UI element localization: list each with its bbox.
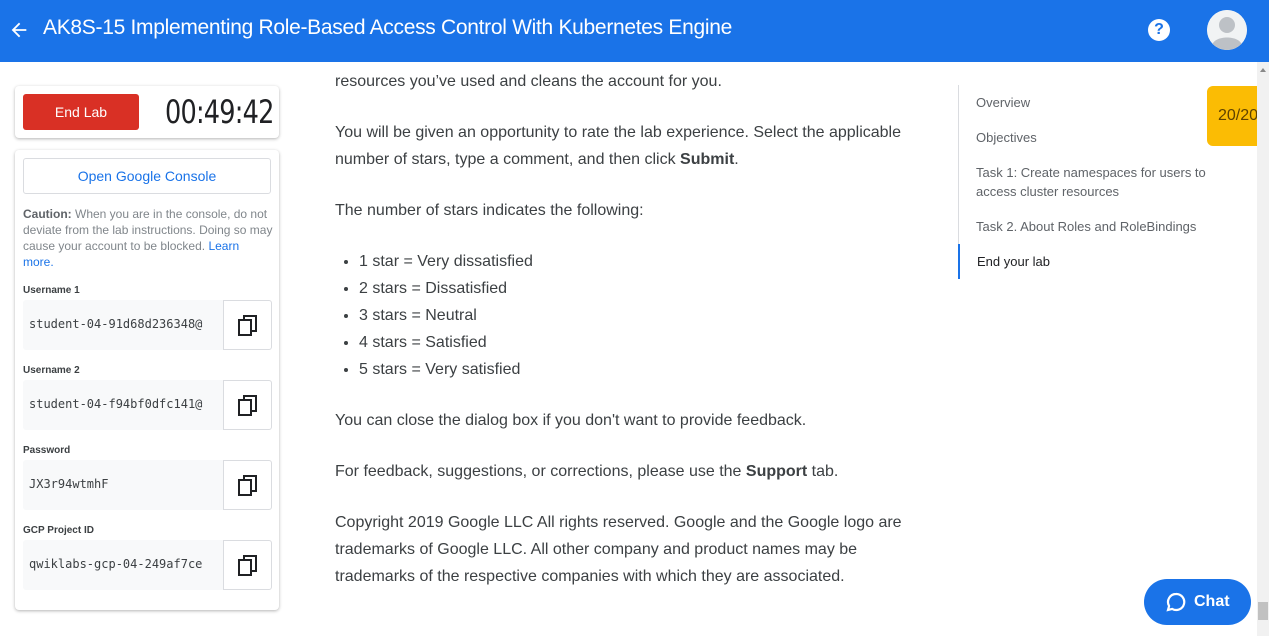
timer-card: End Lab 00:49:42 [15,86,279,138]
copy-username2-button[interactable] [223,380,272,430]
list-item: 4 stars = Satisfied [359,329,915,356]
chat-button[interactable]: Chat [1144,579,1251,625]
bold-text: Support [745,463,808,480]
toc-item-objectives[interactable]: Objectives [959,120,1218,155]
scrollbar-thumb[interactable] [1258,602,1268,620]
toc-item-task2[interactable]: Task 2. About Roles and RoleBindings [959,209,1218,244]
copy-icon [238,395,257,416]
help-icon[interactable]: ? [1148,19,1170,41]
paragraph: You can close the dialog box if you don'… [335,412,807,429]
list-item: 1 star = Very dissatisfied [359,248,915,275]
copy-icon [238,475,257,496]
copy-icon [238,555,257,576]
lab-timer: 00:49:42 [165,93,274,131]
project-id-value: qwiklabs-gcp-04-249af7ce [29,557,203,571]
text: You will be given an opportunity to rate… [335,124,902,168]
open-console-button[interactable]: Open Google Console [23,158,271,194]
copy-icon [238,315,257,336]
avatar[interactable] [1207,10,1247,50]
username2-field[interactable]: student-04-f94bf0dfc141@ [23,380,223,430]
copy-username1-button[interactable] [223,300,272,350]
credentials-panel: Open Google Console Caution: When you ar… [15,150,279,610]
bold-text: Submit [680,151,735,168]
project-id-label: GCP Project ID [23,525,94,536]
paragraph: Copyright 2019 Google LLC All rights res… [335,514,902,585]
list-item: 2 stars = Dissatisfied [359,275,915,302]
text: For feedback, suggestions, or correction… [335,463,746,480]
list-item: 5 stars = Very satisfied [359,356,915,383]
username2-value: student-04-f94bf0dfc141@ [29,397,203,411]
username1-field[interactable]: student-04-91d68d236348@ [23,300,223,350]
text: tab. [807,463,839,480]
stars-list: 1 star = Very dissatisfied 2 stars = Dis… [335,248,915,383]
paragraph: resources you’ve used and cleans the acc… [335,73,722,90]
password-label: Password [23,445,71,456]
chat-bubble-icon [1166,592,1186,612]
list-item: 3 stars = Neutral [359,302,915,329]
text: . [734,151,739,168]
caution-text: Caution: When you are in the console, do… [23,206,273,270]
username2-label: Username 2 [23,365,80,376]
paragraph: You will be given an opportunity to rate… [335,119,915,173]
user-avatar-icon [1207,10,1247,50]
password-field[interactable]: JX3r94wtmhF [23,460,223,510]
username1-value: student-04-91d68d236348@ [29,317,203,331]
back-arrow-icon[interactable] [8,19,30,41]
caution-label: Caution: [23,207,72,221]
copy-password-button[interactable] [223,460,272,510]
toc-item-task1[interactable]: Task 1: Create namespaces for users to a… [959,155,1218,209]
chat-label: Chat [1194,593,1230,610]
password-value: JX3r94wtmhF [29,477,109,491]
username1-label: Username 1 [23,285,80,296]
toc-item-end-lab[interactable]: End your lab [958,244,1218,279]
paragraph: For feedback, suggestions, or correction… [335,458,915,485]
lab-instructions: resources you’ve used and cleans the acc… [335,68,915,590]
scroll-up-arrow-icon[interactable] [1260,68,1266,72]
copy-project-id-button[interactable] [223,540,272,590]
lab-title: AK8S-15 Implementing Role-Based Access C… [43,16,733,39]
top-app-bar: AK8S-15 Implementing Role-Based Access C… [0,0,1269,62]
table-of-contents: Overview Objectives Task 1: Create names… [958,85,1218,279]
paragraph: The number of stars indicates the follow… [335,202,644,219]
end-lab-button[interactable]: End Lab [23,94,139,130]
project-id-field[interactable]: qwiklabs-gcp-04-249af7ce [23,540,223,590]
scrollbar[interactable] [1257,62,1269,636]
toc-item-overview[interactable]: Overview [959,85,1218,120]
